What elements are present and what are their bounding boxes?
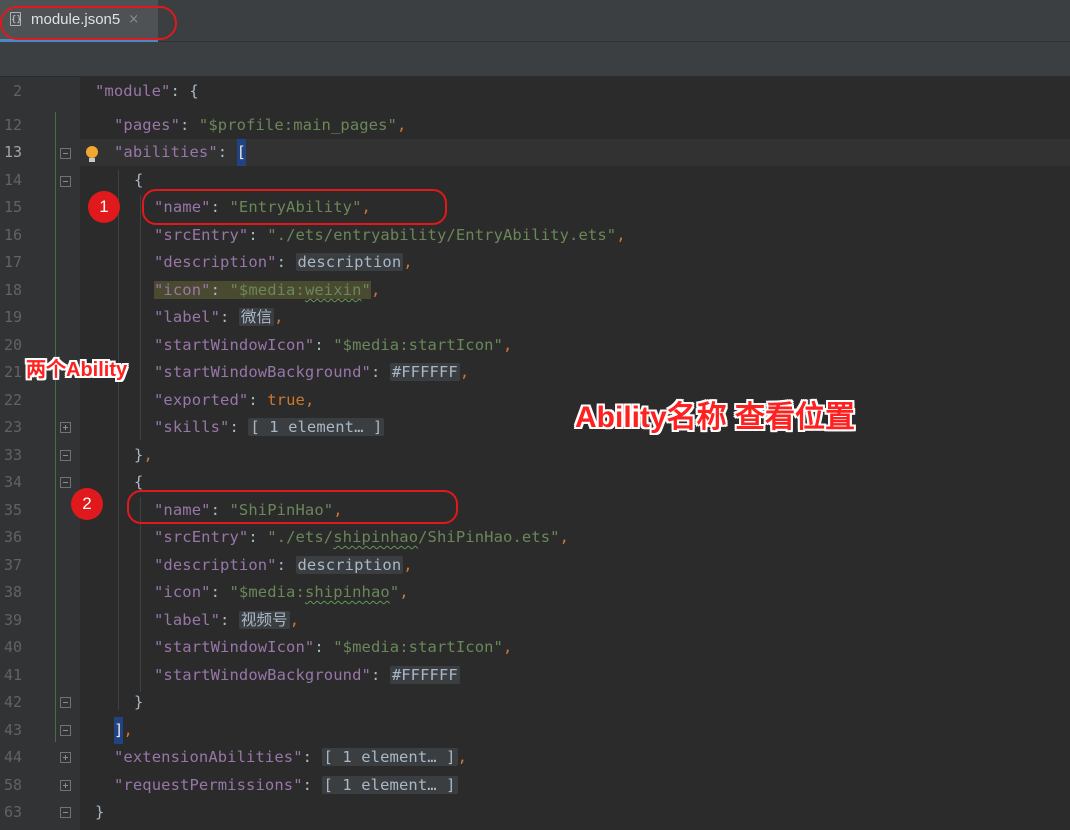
code-line: "startWindowIcon": "$media:startIcon", — [154, 336, 513, 354]
code-line: "srcEntry": "./ets/shipinhao/ShiPinHao.e… — [154, 528, 570, 546]
folded-region[interactable]: [ 1 element… ] — [321, 748, 458, 766]
code-line: "startWindowBackground": #FFFFFF — [154, 666, 460, 684]
code-line: "label": 微信, — [154, 308, 284, 326]
annotation-two-abilities: 两个Ability — [26, 359, 128, 381]
folded-region[interactable]: [ 1 element… ] — [321, 776, 458, 794]
line-number: 63 — [3, 803, 22, 821]
line-number: 37 — [3, 556, 22, 574]
line-number: 12 — [3, 116, 22, 134]
code-line: } — [95, 803, 105, 821]
line-number: 39 — [3, 611, 22, 629]
code-line: "module": { — [95, 82, 199, 100]
line-number: 33 — [3, 446, 22, 464]
code-line: "icon": "$media:shipinhao", — [154, 583, 409, 601]
line-number: 15 — [3, 198, 22, 216]
annotation-badge-2: 2 — [71, 488, 103, 520]
line-number: 14 — [3, 171, 22, 189]
fold-toggle-icon[interactable] — [60, 450, 71, 461]
line-number: 35 — [3, 501, 22, 519]
annotation-ellipse-tab — [0, 6, 177, 40]
code-line: "skills": [ 1 element… ] — [154, 418, 385, 436]
fold-toggle-icon[interactable] — [60, 807, 71, 818]
folded-region[interactable]: [ 1 element… ] — [248, 418, 385, 436]
line-number: 17 — [3, 253, 22, 271]
code-line: { — [134, 171, 144, 189]
lightbulb-icon[interactable] — [84, 146, 100, 164]
code-line: "extensionAbilities": [ 1 element… ], — [114, 748, 467, 766]
line-number: 38 — [3, 583, 22, 601]
annotation-ellipse-name-2 — [127, 490, 458, 524]
line-number: 42 — [3, 693, 22, 711]
annotation-ability-name-location: Ability名称 查看位置 — [575, 401, 856, 434]
code-line: "startWindowBackground": #FFFFFF, — [154, 363, 470, 381]
fold-toggle-icon[interactable] — [60, 697, 71, 708]
line-number: 2 — [12, 82, 22, 100]
annotation-ellipse-name-1 — [142, 189, 447, 225]
expand-fold-icon[interactable] — [60, 752, 71, 763]
line-number: 16 — [3, 226, 22, 244]
expand-fold-icon[interactable] — [60, 780, 71, 791]
line-number: 34 — [3, 473, 22, 491]
code-line: "exported": true, — [154, 391, 315, 409]
fold-toggle-icon[interactable] — [60, 725, 71, 736]
expand-fold-icon[interactable] — [60, 422, 71, 433]
line-number: 43 — [3, 721, 22, 739]
fold-toggle-icon[interactable] — [60, 477, 71, 488]
code-line: "srcEntry": "./ets/entryability/EntryAbi… — [154, 226, 626, 244]
line-number: 40 — [3, 638, 22, 656]
line-number: 13 — [3, 143, 22, 161]
line-number: 44 — [3, 748, 22, 766]
code-line: "description": description, — [154, 556, 413, 574]
annotation-badge-1: 1 — [88, 191, 120, 223]
fold-toggle-icon[interactable] — [60, 148, 71, 159]
line-number: 22 — [3, 391, 22, 409]
line-number: 36 — [3, 528, 22, 546]
code-line: "startWindowIcon": "$media:startIcon", — [154, 638, 513, 656]
line-number: 41 — [3, 666, 22, 684]
code-line: } — [134, 693, 144, 711]
line-number: 20 — [3, 336, 22, 354]
code-line: ], — [114, 717, 133, 744]
line-number: 23 — [3, 418, 22, 436]
code-line: "abilities": [ — [114, 139, 247, 166]
editor-breadcrumb-bar — [0, 42, 1070, 77]
line-number: 19 — [3, 308, 22, 326]
line-number: 21 — [3, 363, 22, 381]
line-number: 18 — [3, 281, 22, 299]
code-line: "icon": "$media:weixin", — [154, 281, 381, 299]
line-number: 58 — [3, 776, 22, 794]
code-line: }, — [134, 446, 153, 464]
code-line: "label": 视频号, — [154, 611, 300, 629]
code-line: "description": description, — [154, 253, 413, 271]
code-line: "pages": "$profile:main_pages", — [114, 116, 407, 134]
code-line: "requestPermissions": [ 1 element… ] — [114, 776, 458, 794]
fold-toggle-icon[interactable] — [60, 176, 71, 187]
